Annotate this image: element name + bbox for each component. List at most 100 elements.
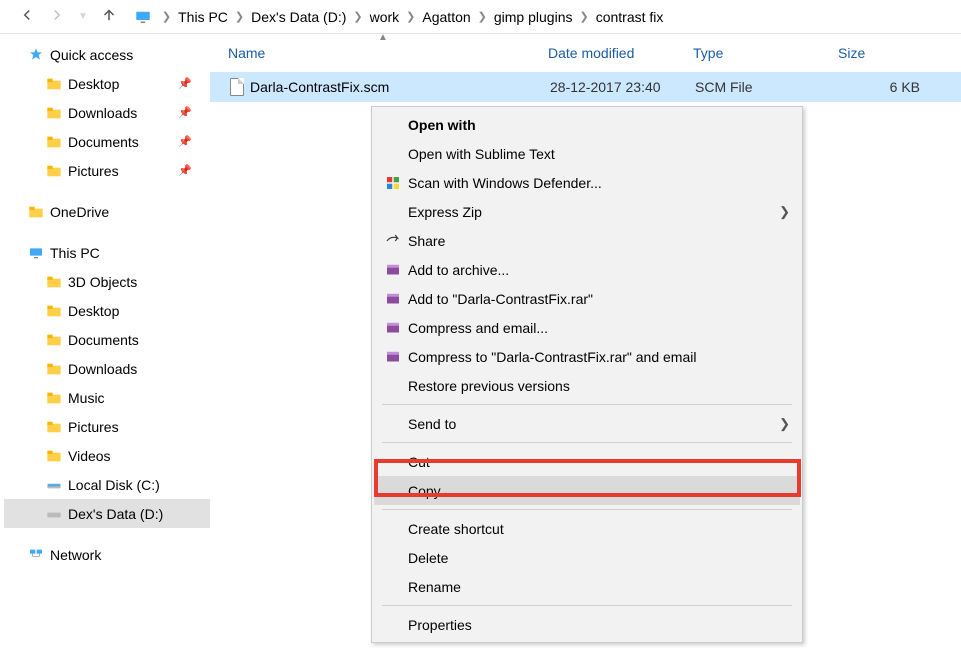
col-size[interactable]: Size [830,45,930,61]
sidebar-item-onedrive[interactable]: OneDrive [4,197,210,226]
sidebar-label: Network [50,547,101,563]
file-type: SCM File [687,79,832,95]
winrar-icon [380,261,406,279]
crumb[interactable]: This PC [175,9,231,25]
ctx-send-to[interactable]: Send to ❯ [374,409,800,438]
sidebar-label: Videos [68,448,111,464]
sidebar-item-this-pc[interactable]: This PC [4,238,210,267]
ctx-add-archive[interactable]: Add to archive... [374,255,800,284]
sidebar-label: Desktop [68,76,119,92]
chevron-right-icon: ❯ [779,204,790,220]
pin-icon: 📌 [178,135,192,148]
share-icon [380,232,406,250]
folder-icon [46,303,62,319]
col-type[interactable]: Type [685,45,830,61]
separator [382,509,792,510]
sidebar-item-desktop[interactable]: Desktop 📌 [4,69,210,98]
folder-icon [46,419,62,435]
sidebar-label: Dex's Data (D:) [68,506,163,522]
sidebar-item-network[interactable]: Network [4,540,210,569]
sidebar-item-videos[interactable]: Videos [4,441,210,470]
sidebar-item-3dobjects[interactable]: 3D Objects [4,267,210,296]
sidebar-item-music[interactable]: Music [4,383,210,412]
sidebar-label: Pictures [68,419,119,435]
sidebar-item-pictures[interactable]: Pictures 📌 [4,156,210,185]
winrar-icon [380,319,406,337]
shield-icon [380,174,406,192]
breadcrumb[interactable]: ❯ This PC ❯ Dex's Data (D:) ❯ work ❯ Aga… [134,0,667,33]
sidebar-label: Downloads [68,105,137,121]
nav-up-icon[interactable] [100,6,118,27]
file-size: 6 KB [832,79,932,95]
ctx-share[interactable]: Share [374,226,800,255]
sidebar-item-ddrive[interactable]: Dex's Data (D:) [4,499,210,528]
ctx-properties[interactable]: Properties [374,610,800,639]
nav-forward-icon[interactable] [48,6,66,27]
nav-back-icon[interactable] [18,6,36,27]
ctx-open-sublime[interactable]: Open with Sublime Text [374,139,800,168]
sidebar-item-documents-pc[interactable]: Documents [4,325,210,354]
ctx-add-rar[interactable]: Add to "Darla-ContrastFix.rar" [374,284,800,313]
file-icon [230,78,244,96]
crumb[interactable]: Dex's Data (D:) [248,9,349,25]
sidebar-item-pictures-pc[interactable]: Pictures [4,412,210,441]
sidebar-label: Music [68,390,105,406]
nav-recent-icon[interactable]: ▼ [78,11,88,22]
ctx-compress-rar-email[interactable]: Compress to "Darla-ContrastFix.rar" and … [374,342,800,371]
file-name: Darla-ContrastFix.scm [250,79,389,95]
pin-icon: 📌 [178,164,192,177]
address-bar: ▼ ❯ This PC ❯ Dex's Data (D:) ❯ work ❯ A… [0,0,961,34]
ctx-rename[interactable]: Rename [374,572,800,601]
sidebar-item-cdrive[interactable]: Local Disk (C:) [4,470,210,499]
sidebar-item-downloads-pc[interactable]: Downloads [4,354,210,383]
drive-icon [46,506,62,522]
separator [382,404,792,405]
ctx-restore[interactable]: Restore previous versions [374,371,800,400]
chevron-icon: ❯ [353,10,362,23]
separator [382,605,792,606]
crumb[interactable]: contrast fix [593,9,667,25]
crumb[interactable]: work [367,9,403,25]
nav-arrows: ▼ [6,6,124,27]
context-menu: Open with Open with Sublime Text Scan wi… [371,106,803,643]
sidebar-item-documents[interactable]: Documents 📌 [4,127,210,156]
crumb[interactable]: Agatton [419,9,473,25]
folder-icon [46,361,62,377]
ctx-defender[interactable]: Scan with Windows Defender... [374,168,800,197]
sidebar-label: OneDrive [50,204,109,220]
sidebar-item-quick-access[interactable]: Quick access [4,40,210,69]
folder-icon [46,448,62,464]
ctx-open-with[interactable]: Open with [374,110,800,139]
chevron-icon: ❯ [406,10,415,23]
crumb[interactable]: gimp plugins [491,9,576,25]
file-date: 28-12-2017 23:40 [542,79,687,95]
sidebar-label: 3D Objects [68,274,137,290]
ctx-copy[interactable]: Copy [374,476,800,505]
sidebar-item-downloads[interactable]: Downloads 📌 [4,98,210,127]
ctx-shortcut[interactable]: Create shortcut [374,514,800,543]
drive-icon [46,477,62,493]
col-date[interactable]: Date modified [540,45,685,61]
chevron-icon: ❯ [235,10,244,23]
ctx-delete[interactable]: Delete [374,543,800,572]
sidebar-label: This PC [50,245,100,261]
ctx-expresszip[interactable]: Express Zip ❯ [374,197,800,226]
column-sort-icon[interactable]: ▲ [378,32,388,43]
column-headers: Name Date modified Type Size [210,34,961,72]
col-name[interactable]: Name [220,45,540,61]
sidebar-item-desktop-pc[interactable]: Desktop [4,296,210,325]
sidebar-label: Quick access [50,47,133,63]
star-icon [28,47,44,63]
chevron-icon: ❯ [579,10,588,23]
pin-icon: 📌 [178,77,192,90]
folder-icon [46,105,62,121]
chevron-right-icon: ❯ [779,416,790,432]
file-row[interactable]: Darla-ContrastFix.scm 28-12-2017 23:40 S… [210,72,961,102]
chevron-icon: ❯ [162,10,171,23]
sidebar-label: Documents [68,134,139,150]
sidebar-label: Documents [68,332,139,348]
network-icon [28,547,44,563]
ctx-cut[interactable]: Cut [374,447,800,476]
folder-icon [46,274,62,290]
ctx-compress-email[interactable]: Compress and email... [374,313,800,342]
